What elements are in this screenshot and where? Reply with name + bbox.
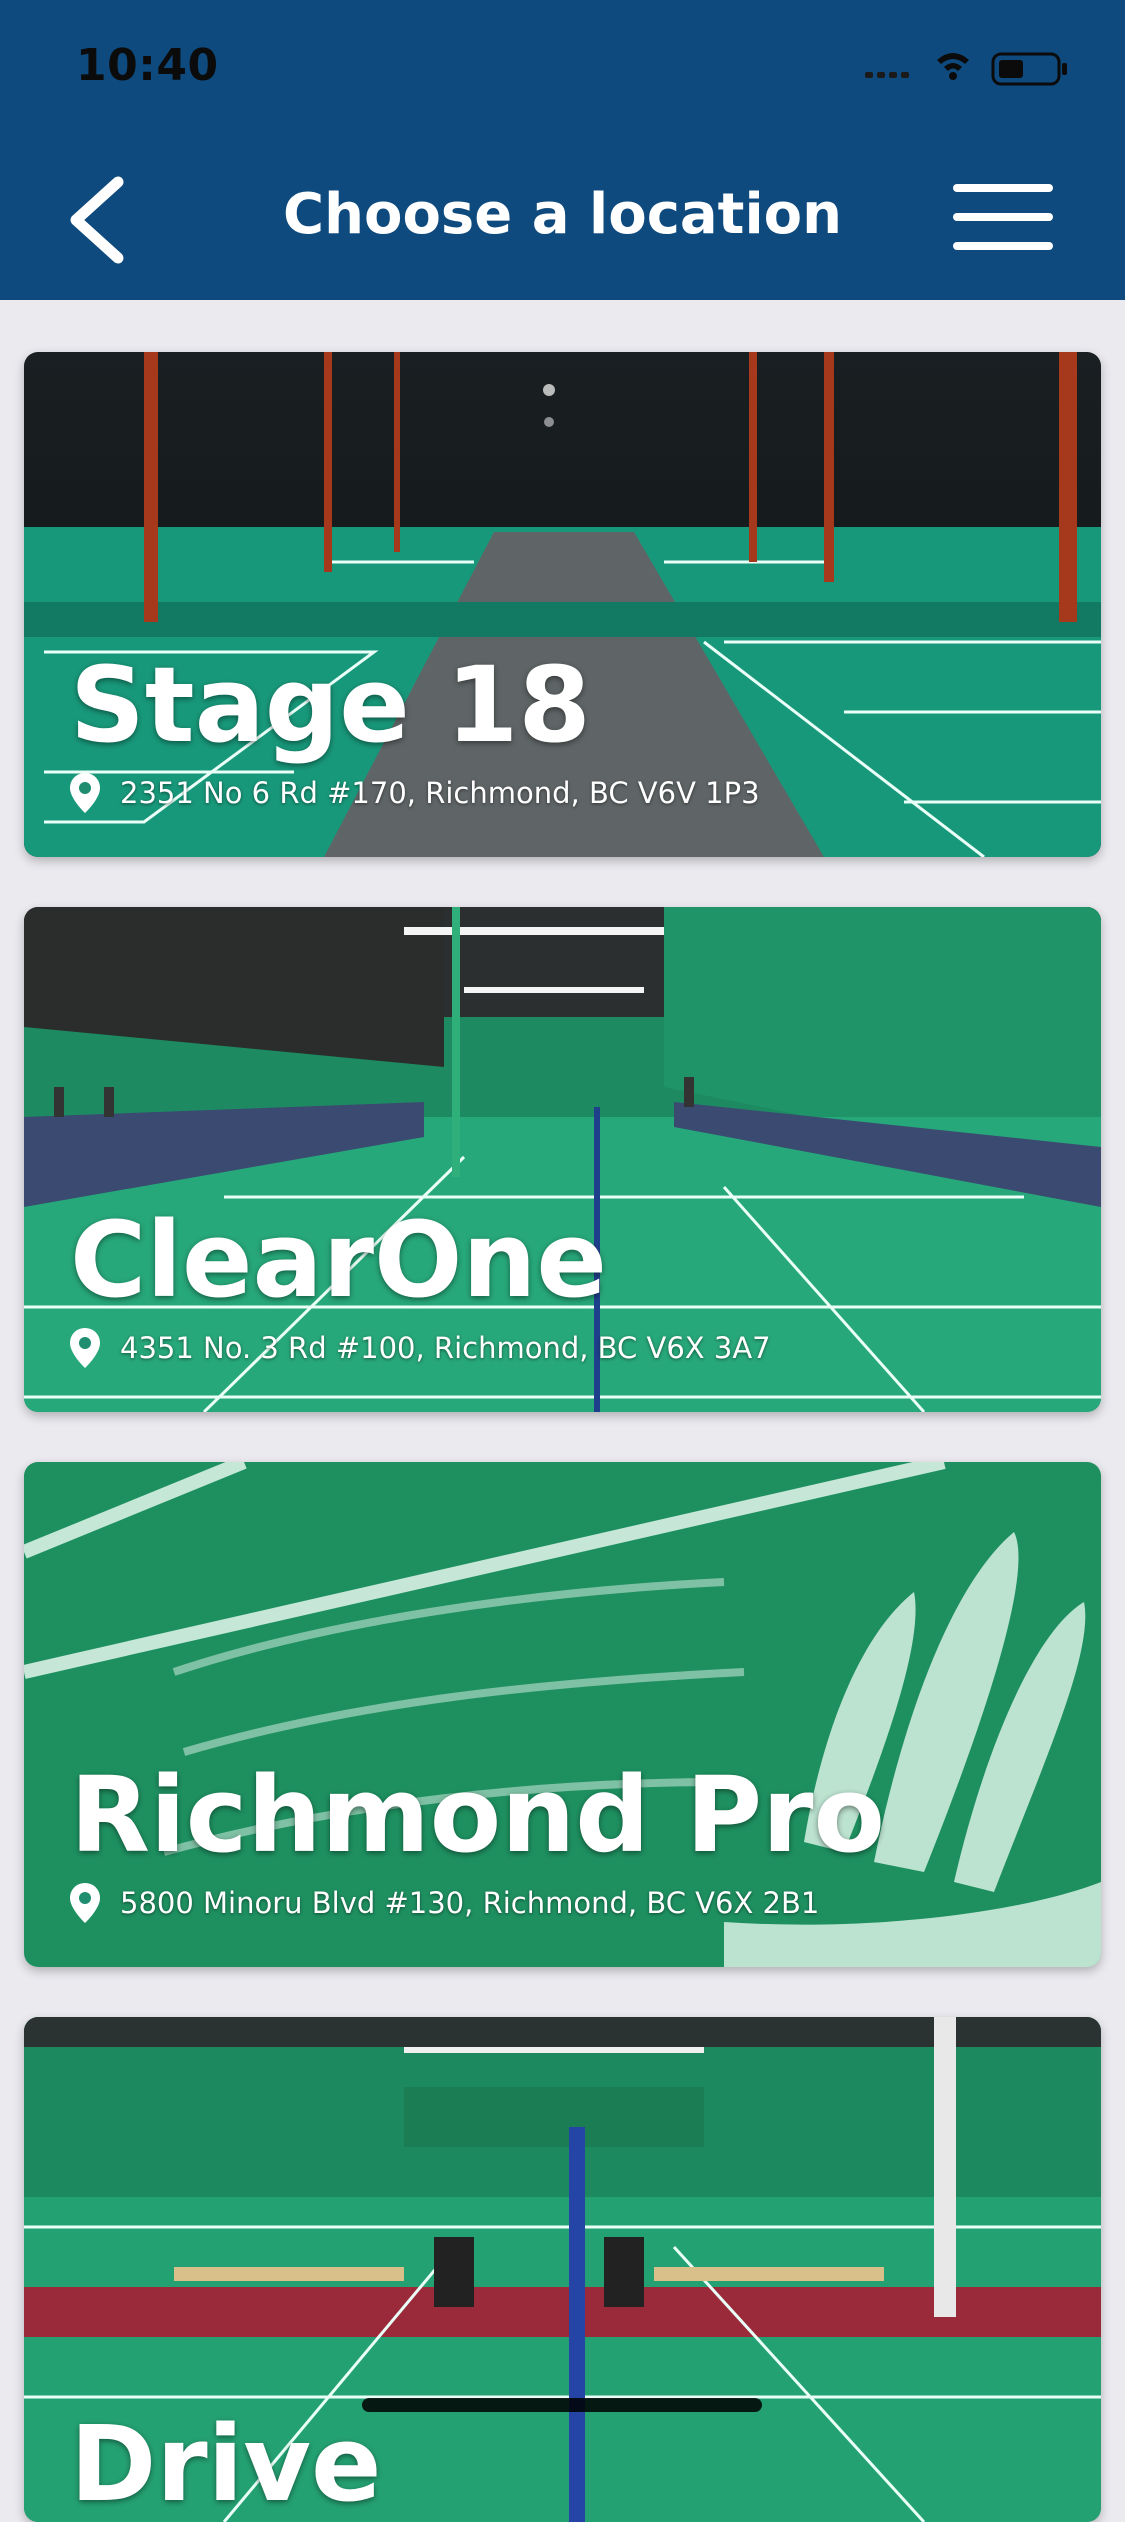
location-card-drive[interactable]: Drive (24, 2017, 1101, 2522)
location-pin-icon (70, 1883, 100, 1923)
location-card-richmond-pro[interactable]: Richmond Pro 5800 Minoru Blvd #130, Rich… (24, 1462, 1101, 1967)
hamburger-menu-icon[interactable] (951, 182, 1055, 252)
status-time: 10:40 (76, 40, 219, 91)
location-card-stage-18[interactable]: Stage 18 2351 No 6 Rd #170, Richmond, BC… (24, 352, 1101, 857)
location-name: Richmond Pro (70, 1754, 885, 1876)
location-name: Drive (70, 2403, 382, 2522)
address-text: 2351 No 6 Rd #170, Richmond, BC V6V 1P3 (120, 775, 760, 810)
location-address: 2351 No 6 Rd #170, Richmond, BC V6V 1P3 (70, 773, 760, 813)
home-indicator[interactable] (362, 2398, 762, 2412)
battery-icon (991, 52, 1067, 86)
wifi-icon (937, 53, 969, 80)
location-name: ClearOne (70, 1199, 607, 1321)
status-icons (865, 52, 1067, 86)
address-text: 5800 Minoru Blvd #130, Richmond, BC V6X … (120, 1885, 820, 1920)
location-address: 4351 No. 3 Rd #100, Richmond, BC V6X 3A7 (70, 1328, 771, 1368)
signal-icon (865, 72, 909, 78)
location-pin-icon (70, 773, 100, 813)
location-pin-icon (70, 1328, 100, 1368)
address-text: 4351 No. 3 Rd #100, Richmond, BC V6X 3A7 (120, 1330, 771, 1365)
location-card-clearone[interactable]: ClearOne 4351 No. 3 Rd #100, Richmond, B… (24, 907, 1101, 1412)
location-address: 5800 Minoru Blvd #130, Richmond, BC V6X … (70, 1883, 819, 1923)
nav-bar: Choose a location (0, 132, 1125, 300)
status-bar: 10:40 (0, 0, 1125, 132)
location-name: Stage 18 (70, 644, 591, 766)
